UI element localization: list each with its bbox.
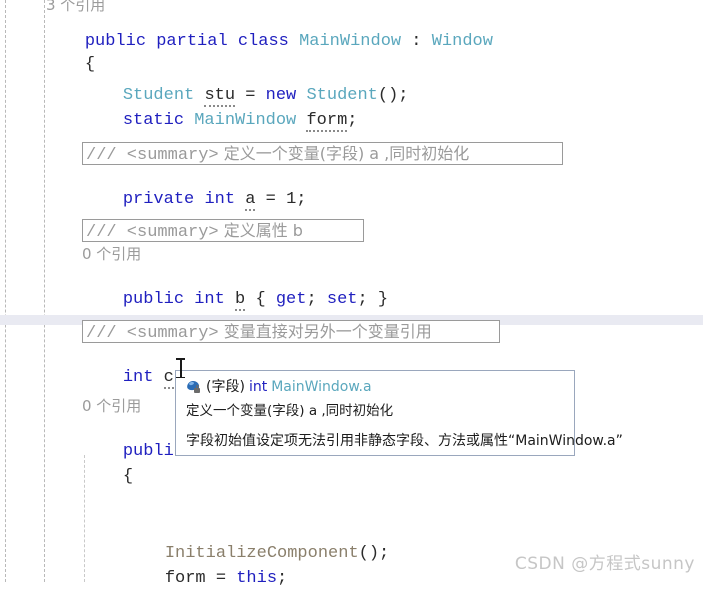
code-line-constructor-open-brace[interactable]: { [82,447,133,507]
quick-info-tooltip: (字段) int MainWindow.a 定义一个变量(字段) a ,同时初始… [175,370,623,456]
tooltip-description: 定义一个变量(字段) a ,同时初始化 [186,403,394,419]
field-lock-icon [186,379,202,395]
codelens-property-b-references[interactable]: 0 个引用 [82,245,141,264]
tooltip-error-message: 字段初始值设定项无法引用非静态字段、方法或属性“MainWindow.a” [186,433,623,449]
tooltip-kind: (字段) [206,379,245,395]
indent-guide-line [5,0,6,582]
tooltip-return-type: int [248,379,268,395]
codelens-constructor-references[interactable]: 0 个引用 [82,397,141,416]
code-line-form-equals-this[interactable]: form = this; [124,549,287,609]
doc-comment-summary-field-a[interactable]: /// <summary> 定义一个变量(字段) a ,同时初始化 [82,142,563,165]
tooltip-qualified-name: MainWindow.a [271,379,372,395]
watermark-text: CSDN @方程式sunny [514,554,695,574]
code-editor-surface[interactable]: 3 个引用 public partial class MainWindow : … [0,0,703,588]
doc-comment-summary-variable-c[interactable]: /// <summary> 变量直接对另外一个变量引用 [82,320,500,343]
code-line-class-declaration[interactable]: public partial class MainWindow : Window [44,12,493,72]
doc-comment-summary-property-b[interactable]: /// <summary> 定义属性 b [82,219,364,242]
tooltip-signature-row: (字段) int MainWindow.a [186,378,564,396]
mouse-ibeam-cursor [176,357,185,379]
